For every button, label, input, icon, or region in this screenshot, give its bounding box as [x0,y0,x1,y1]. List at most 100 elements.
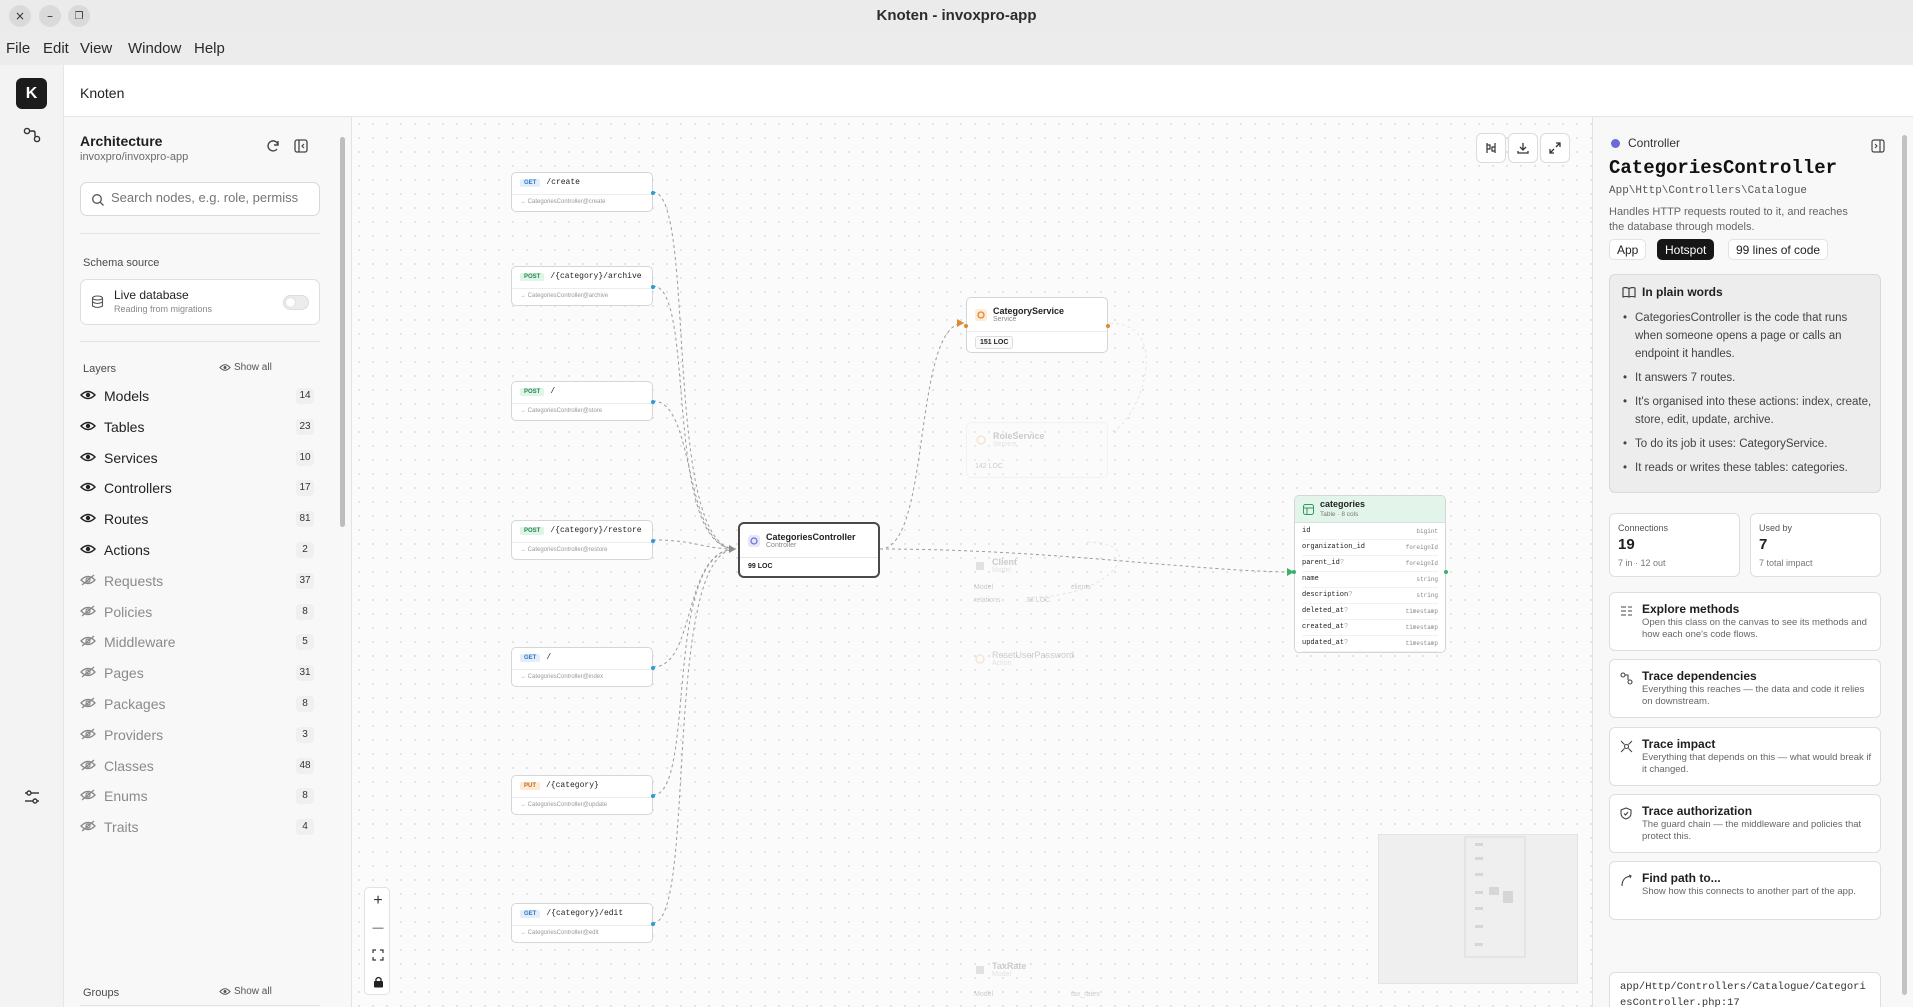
route-node[interactable]: POST /{category}/archive → CategoriesContr… [511,266,655,306]
stat-sub: 7 in · 12 out [1618,558,1666,568]
route-node[interactable]: POST / → CategoriesController@store [511,381,655,421]
zoom-out-button[interactable]: — [365,915,391,941]
table-column-row: organization_id foreignId [1302,540,1438,556]
layer-item-policies[interactable]: Policies 8 [70,597,320,627]
controller-node[interactable]: CategoriesController Controller 99 LOC [738,522,880,578]
ghost-node-name: ResetUserPassword [992,650,1075,660]
menu-file[interactable]: File [6,40,30,57]
table-node-categories[interactable]: categories Table · 8 cols id bigint organi… [1294,495,1446,653]
find-path-button[interactable]: Find path to... Show how this connects t… [1609,861,1881,920]
groups-show-all-button[interactable]: Show all [219,986,272,997]
eye-off-icon[interactable] [80,574,96,586]
http-method-badge: POST [520,526,545,535]
scrollbar-thumb[interactable] [1902,135,1907,995]
eye-icon[interactable] [80,451,96,463]
column-type: bigint [1416,528,1438,535]
route-node[interactable]: GET /{category}/edit → CategoriesControlle… [511,903,655,943]
action-title: Trace impact [1642,737,1716,751]
tag-hotspot[interactable]: Hotspot [1657,239,1715,260]
fit-view-button[interactable] [365,942,391,968]
eye-icon[interactable] [80,389,96,401]
inspector-scrollbar[interactable] [1901,127,1907,997]
graph-canvas[interactable]: GET/create → CategoriesController@create P… [352,117,1592,1007]
layer-item-routes[interactable]: Routes 81 [70,504,320,534]
route-path: /{category}/restore [550,526,642,535]
eye-off-icon[interactable] [80,820,96,832]
layer-label: Actions [104,542,150,558]
graph-icon[interactable] [22,125,42,145]
lock-button[interactable] [365,969,391,995]
download-button[interactable] [1508,133,1538,163]
app-logo[interactable]: K [16,78,47,109]
expand-icon [1549,142,1561,154]
scrollbar-thumb[interactable] [340,137,345,527]
layer-item-packages[interactable]: Packages 8 [70,689,320,719]
menu-window[interactable]: Window [128,40,181,57]
layer-item-providers[interactable]: Providers 3 [70,720,320,750]
layer-label: Enums [104,788,148,805]
layer-item-actions[interactable]: Actions 2 [70,535,320,565]
layer-item-classes[interactable]: Classes 48 [70,751,320,781]
layer-count-badge: 2 [296,542,314,558]
live-database-toggle[interactable] [283,295,309,310]
trace-authorization-button[interactable]: Trace authorization The guard chain — th… [1609,794,1881,853]
search-input[interactable] [111,190,311,205]
fullscreen-button[interactable] [1540,133,1570,163]
eye-icon[interactable] [80,420,96,432]
route-node[interactable]: GET/create → CategoriesController@create [511,172,655,212]
layer-item-tables[interactable]: Tables 23 [70,412,320,442]
minimap[interactable] [1378,834,1578,984]
tag-app[interactable]: App [1609,239,1647,260]
schema-source-card: Live database Reading from migrations [80,279,320,325]
trace-impact-button[interactable]: Trace impact Everything that depends on … [1609,727,1881,786]
route-path: / [546,653,552,662]
search-box[interactable] [80,182,320,216]
layer-item-services[interactable]: Services 10 [70,443,320,473]
eye-off-icon[interactable] [80,605,96,617]
layer-item-controllers[interactable]: Controllers 17 [70,473,320,503]
route-node[interactable]: PUT /{category} → CategoriesController@upd… [511,775,655,815]
explore-methods-button[interactable]: Explore methods Open this class on the c… [1609,592,1881,651]
eye-icon[interactable] [80,512,96,524]
zoom-in-button[interactable]: + [365,888,391,914]
ghost-client-node[interactable]: Client Model Model clients relations 38 … [966,549,1108,605]
service-node[interactable]: CategoryService Service 151 LOC [964,297,1110,353]
menu-view[interactable]: View [80,40,112,57]
controller-icon [748,534,760,547]
collapse-inspector-icon[interactable] [1871,139,1885,153]
source-file-link[interactable]: app/Http/Controllers/Catalogue/Categorie… [1609,972,1881,1007]
route-node[interactable]: GET / → CategoriesController@index [511,647,655,687]
ghost-node-loc: 142 LOC [975,463,1004,470]
layer-item-models[interactable]: Models 14 [70,381,320,411]
layers-scrollbar[interactable] [339,127,345,997]
route-node[interactable]: POST /{category}/restore → CategoriesContr… [511,520,655,560]
plain-words-box: In plain words CategoriesController is t… [1609,274,1881,493]
layer-item-enums[interactable]: Enums 8 [70,781,320,811]
legend-button[interactable] [1476,133,1506,163]
menu-help[interactable]: Help [194,40,225,57]
layer-item-middleware[interactable]: Middleware 5 [70,627,320,657]
trace-dependencies-button[interactable]: Trace dependencies Everything this reach… [1609,659,1881,718]
collapse-panel-icon[interactable] [292,137,310,155]
tag-lines-of-code[interactable]: 99 lines of code [1728,239,1829,260]
ghost-role-service-node[interactable]: RoleService Service 142 LOC [966,422,1108,478]
eye-off-icon[interactable] [80,759,96,771]
eye-icon [219,364,231,371]
refresh-icon[interactable] [264,137,282,155]
settings-sliders-icon[interactable] [22,787,42,807]
layer-item-traits[interactable]: Traits 4 [70,812,320,842]
eye-off-icon[interactable] [80,728,96,740]
eye-off-icon[interactable] [80,697,96,709]
table-out-port [1444,570,1448,574]
layers-show-all-button[interactable]: Show all [219,362,272,373]
eye-icon[interactable] [80,481,96,493]
layer-item-pages[interactable]: Pages 31 [70,658,320,688]
menu-edit[interactable]: Edit [43,40,69,57]
ghost-tax-rate-node[interactable]: TaxRate Model Model tax_rates [966,953,1108,1003]
ghost-reset-password-node[interactable]: ResetUserPassword Action [966,642,1108,672]
eye-off-icon[interactable] [80,789,96,801]
layer-item-requests[interactable]: Requests 37 [70,566,320,596]
eye-icon[interactable] [80,543,96,555]
eye-off-icon[interactable] [80,666,96,678]
eye-off-icon[interactable] [80,635,96,647]
